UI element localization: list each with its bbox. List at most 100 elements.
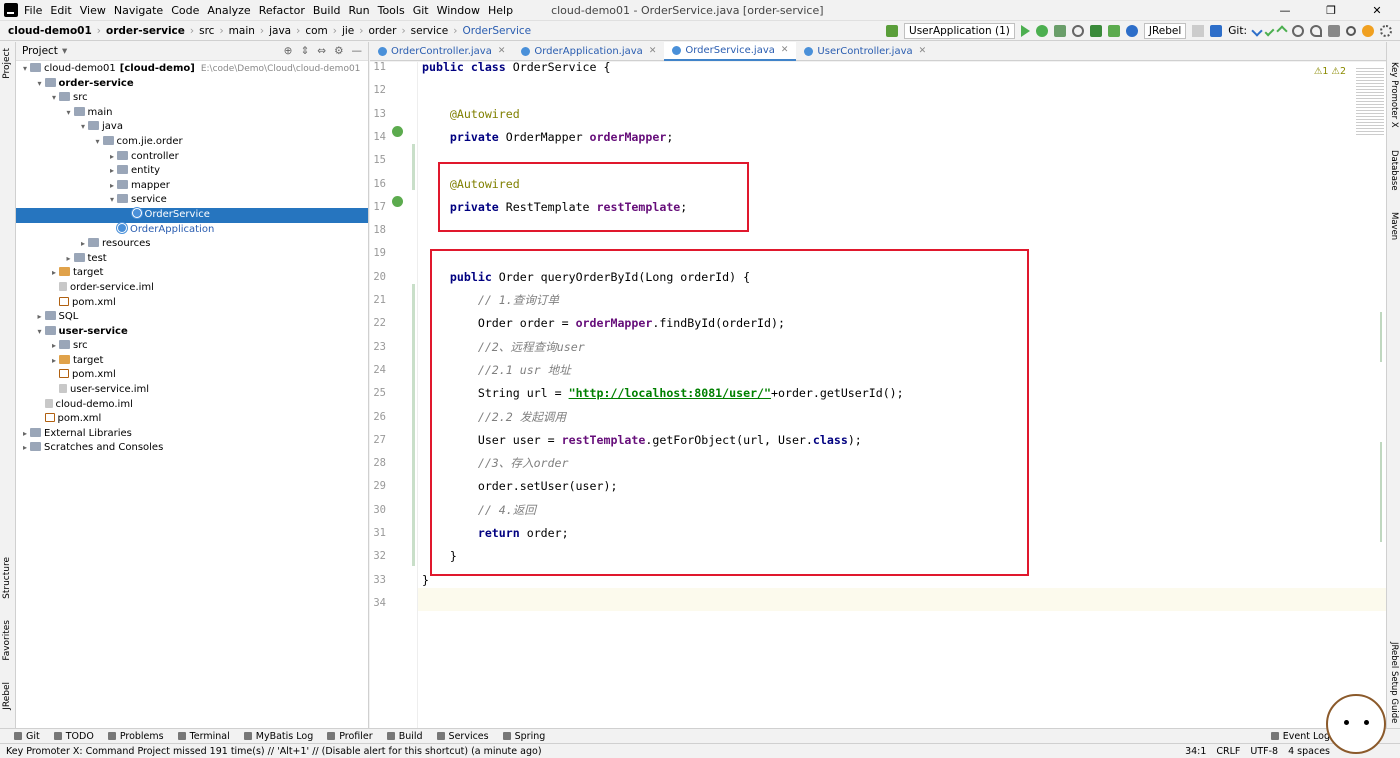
expand-arrow-icon[interactable]: ▸ <box>78 237 88 252</box>
tree-node[interactable]: ▾ com.jie.order <box>16 135 368 150</box>
bottom-tool-profiler[interactable]: Profiler <box>327 731 373 742</box>
rollback-icon[interactable] <box>1310 25 1322 37</box>
tree-node[interactable]: OrderService <box>16 207 368 223</box>
tree-node[interactable]: pom.xml <box>16 368 368 383</box>
gear-icon[interactable]: ⚙ <box>334 45 343 57</box>
expand-arrow-icon[interactable]: ▾ <box>49 91 59 106</box>
close-tab-icon[interactable]: ✕ <box>498 42 506 61</box>
breadcrumb-item[interactable]: OrderService <box>462 25 531 37</box>
jrebel-select[interactable]: JRebel <box>1143 23 1187 39</box>
translate-icon[interactable] <box>1328 25 1340 37</box>
minimize-button[interactable]: — <box>1262 0 1308 21</box>
git-push-icon[interactable] <box>1276 25 1288 37</box>
bottom-tool-mybatis-log[interactable]: MyBatis Log <box>243 731 313 742</box>
project-view-selector[interactable]: Project <box>22 45 58 57</box>
jrebel-debug-icon[interactable] <box>1107 25 1120 37</box>
tool-tab-favorites[interactable]: Favorites <box>2 620 12 661</box>
search-everywhere-icon[interactable] <box>1346 26 1356 36</box>
expand-arrow-icon[interactable]: ▸ <box>20 441 30 456</box>
tree-node[interactable]: ▾ order-service <box>16 77 368 92</box>
bottom-tool-todo[interactable]: TODO <box>53 731 94 742</box>
expand-arrow-icon[interactable]: ▸ <box>64 252 74 267</box>
run-icon[interactable] <box>1020 25 1030 37</box>
help-icon[interactable] <box>1210 25 1223 37</box>
tree-node[interactable]: ▸ target <box>16 266 368 281</box>
menu-item-run[interactable]: Run <box>349 4 370 17</box>
tool-tab-project[interactable]: Project <box>2 48 12 79</box>
tree-node[interactable]: ▾ cloud-demo01 [cloud-demo] E:\code\Demo\Cl… <box>16 62 368 77</box>
bottom-tool-problems[interactable]: Problems <box>107 731 164 742</box>
hammer-build-icon[interactable] <box>886 25 899 37</box>
code-line[interactable]: @Autowired <box>422 103 520 126</box>
caret-position[interactable]: 34:1 <box>1185 746 1206 757</box>
jrebel-run-icon[interactable] <box>1089 25 1102 37</box>
expand-arrow-icon[interactable]: ▸ <box>107 150 117 165</box>
tool-tab-jrebel-setup[interactable]: JRebel Setup Guide <box>1389 642 1399 723</box>
maximize-button[interactable]: ❐ <box>1308 0 1354 21</box>
bottom-tool-services[interactable]: Services <box>436 731 489 742</box>
expand-arrow-icon[interactable]: ▸ <box>107 179 117 194</box>
code-line[interactable]: } <box>422 569 429 592</box>
breadcrumb-item[interactable]: main <box>229 25 255 37</box>
breadcrumb-item[interactable]: order <box>368 25 396 37</box>
expand-arrow-icon[interactable]: ▸ <box>49 339 59 354</box>
tree-node[interactable]: ▸ SQL <box>16 310 368 325</box>
tree-node[interactable]: ▾ service <box>16 193 368 208</box>
settings-icon[interactable] <box>1380 25 1392 37</box>
tree-node[interactable]: ▸ External Libraries <box>16 427 368 442</box>
editor-tab[interactable]: OrderApplication.java ✕ <box>513 42 664 61</box>
code-line[interactable]: public class OrderService { <box>422 62 610 79</box>
tree-node[interactable]: ▸ test <box>16 252 368 267</box>
editor-tab[interactable]: UserController.java ✕ <box>796 42 934 61</box>
git-commit-icon[interactable] <box>1264 26 1275 36</box>
expand-arrow-icon[interactable]: ▸ <box>49 354 59 369</box>
expand-arrow-icon[interactable]: ▾ <box>35 325 45 340</box>
expand-arrow-icon[interactable]: ▾ <box>64 106 74 121</box>
tree-node[interactable]: cloud-demo.iml <box>16 398 368 413</box>
menu-item-git[interactable]: Git <box>413 4 429 17</box>
tree-node[interactable]: ▸ target <box>16 354 368 369</box>
menu-item-help[interactable]: Help <box>488 4 513 17</box>
breadcrumb-item[interactable]: src <box>199 25 214 37</box>
tree-node[interactable]: user-service.iml <box>16 383 368 398</box>
menu-item-tools[interactable]: Tools <box>378 4 405 17</box>
breadcrumb-item[interactable]: java <box>269 25 291 37</box>
coverage-icon[interactable] <box>1053 25 1066 37</box>
expand-arrow-icon[interactable]: ▸ <box>35 310 45 325</box>
run-configuration-select[interactable]: UserApplication (1) <box>904 23 1015 39</box>
tree-node[interactable]: ▾ java <box>16 120 368 135</box>
expand-arrow-icon[interactable]: ▾ <box>35 77 45 92</box>
bottom-tool-build[interactable]: Build <box>386 731 423 742</box>
menu-item-view[interactable]: View <box>80 4 106 17</box>
tree-node[interactable]: pom.xml <box>16 296 368 311</box>
spring-bean-gutter-icon[interactable] <box>392 196 403 207</box>
bottom-tool-spring[interactable]: Spring <box>502 731 545 742</box>
line-separator[interactable]: CRLF <box>1216 746 1240 757</box>
expand-arrow-icon[interactable]: ▾ <box>20 62 30 77</box>
tool-tab-structure[interactable]: Structure <box>2 557 12 599</box>
close-tab-icon[interactable]: ✕ <box>649 42 657 61</box>
stop-icon[interactable] <box>1192 25 1205 37</box>
tree-node[interactable]: ▸ resources <box>16 237 368 252</box>
tool-tab-maven[interactable]: Maven <box>1389 212 1399 240</box>
tree-node[interactable]: ▸ entity <box>16 164 368 179</box>
close-tab-icon[interactable]: ✕ <box>919 42 927 61</box>
tree-node[interactable]: pom.xml <box>16 412 368 427</box>
expand-arrow-icon[interactable]: ▸ <box>49 266 59 281</box>
bottom-tool-terminal[interactable]: Terminal <box>177 731 230 742</box>
tree-node[interactable]: OrderApplication <box>16 222 368 238</box>
locate-icon[interactable]: ⊕ <box>284 45 293 57</box>
spring-bean-gutter-icon[interactable] <box>392 126 403 137</box>
expand-arrow-icon[interactable]: ▾ <box>78 120 88 135</box>
history-icon[interactable] <box>1292 25 1304 37</box>
breadcrumb-item[interactable]: service <box>411 25 449 37</box>
tree-node[interactable]: order-service.iml <box>16 281 368 296</box>
tool-tab-key-promoter[interactable]: Key Promoter X <box>1389 62 1399 128</box>
editor-tab[interactable]: OrderService.java ✕ <box>664 42 797 61</box>
menu-item-build[interactable]: Build <box>313 4 341 17</box>
bottom-tool-event-log[interactable]: Event Log <box>1270 731 1330 742</box>
tree-node[interactable]: ▾ main <box>16 106 368 121</box>
tree-node[interactable]: ▾ src <box>16 91 368 106</box>
menu-item-refactor[interactable]: Refactor <box>259 4 305 17</box>
inspection-warnings[interactable]: ⚠1 ⚠2 <box>1314 66 1346 77</box>
